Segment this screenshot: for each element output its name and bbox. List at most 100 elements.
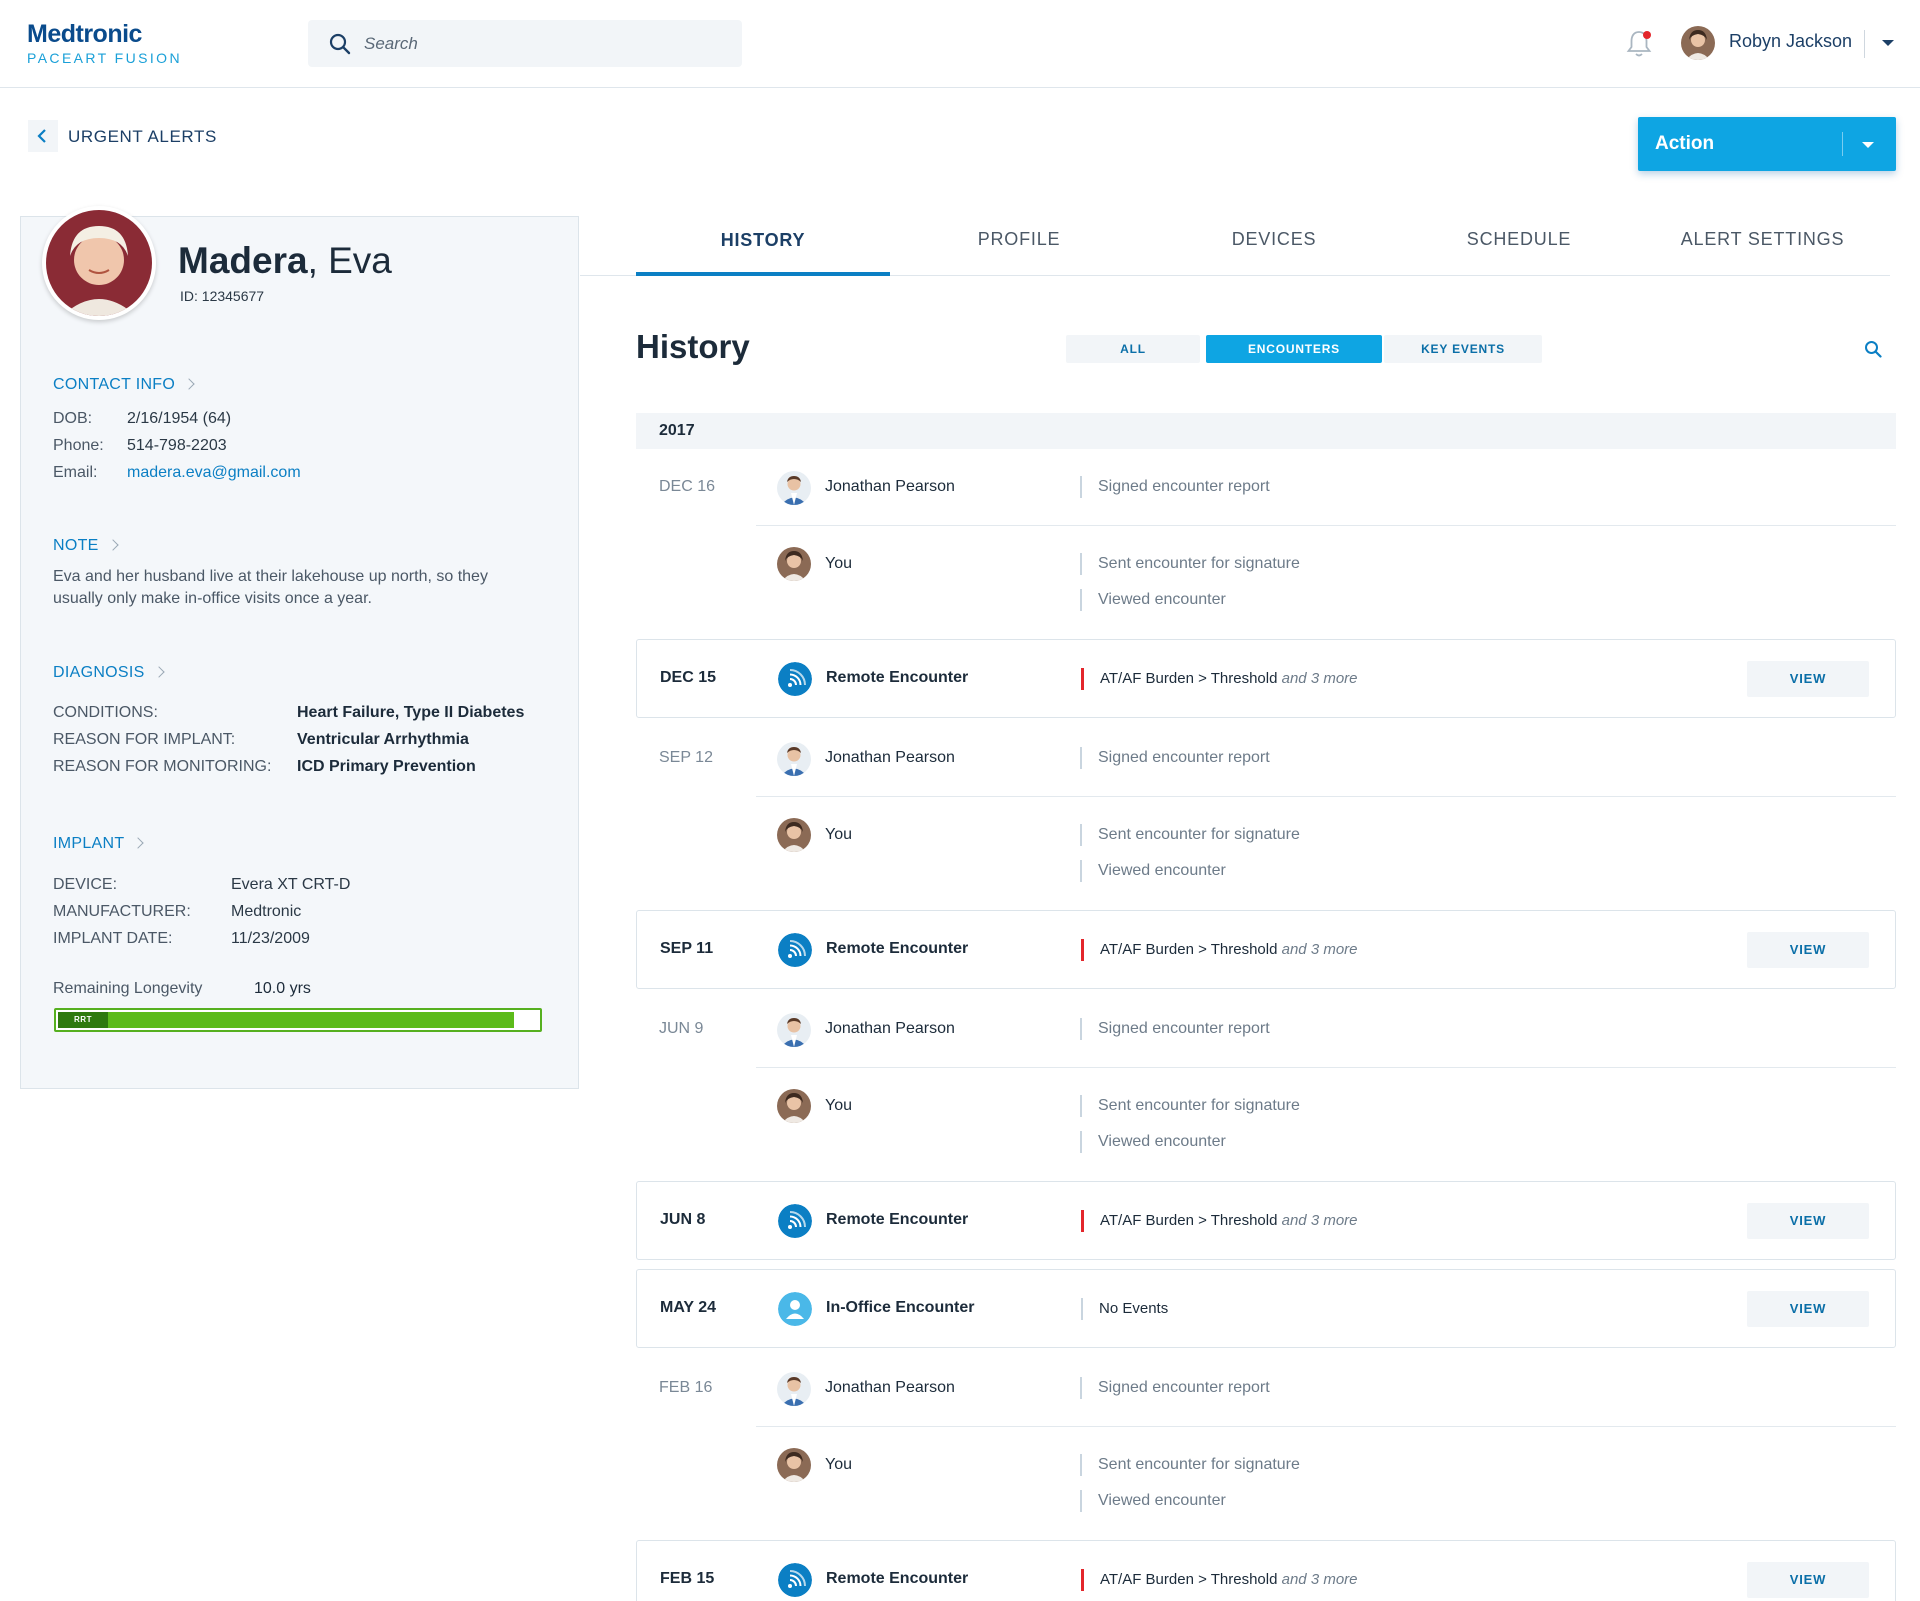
row-date: MAY 24 — [660, 1299, 717, 1316]
tab-history[interactable]: HISTORY — [636, 230, 890, 251]
contact-info-heading: CONTACT INFO — [53, 376, 176, 393]
remote-encounter-icon — [778, 1204, 812, 1238]
brand-product: PACEART FUSION — [27, 50, 182, 66]
history-group-jun9: JUN 9 Jonathan Pearson Signed encounter … — [636, 1004, 1896, 1180]
row-event: Viewed encounter — [1080, 1490, 1226, 1512]
row-encounter-type: In-Office Encounter — [826, 1299, 975, 1316]
user-name[interactable]: Robyn Jackson — [1729, 31, 1852, 52]
row-event: Viewed encounter — [1080, 1131, 1226, 1153]
implant-date-value: 11/23/2009 — [231, 930, 310, 947]
contact-info-link[interactable]: CONTACT INFO — [53, 376, 195, 394]
user-avatar[interactable] — [1681, 26, 1715, 60]
reason-implant-label: REASON FOR IMPLANT: — [53, 731, 236, 748]
email-link[interactable]: madera.eva@gmail.com — [127, 464, 301, 482]
action-button[interactable]: Action — [1638, 117, 1896, 171]
patient-name-comma: , — [307, 240, 329, 281]
manufacturer-value: Medtronic — [231, 903, 302, 920]
filter-encounters[interactable]: ENCOUNTERS — [1206, 335, 1382, 363]
row-divider — [756, 1067, 1896, 1068]
alert-text: AT/AF Burden > Threshold — [1100, 1571, 1278, 1588]
row-date: FEB 16 — [659, 1379, 713, 1396]
reason-implant-value: Ventricular Arrhythmia — [297, 731, 469, 748]
row-event: Sent encounter for signature — [1080, 553, 1300, 575]
row-encounter-type: Remote Encounter — [826, 940, 969, 957]
diagnosis-link[interactable]: DIAGNOSIS — [53, 664, 165, 682]
row-person: Jonathan Pearson — [825, 749, 955, 766]
user-menu-chevron-down-icon[interactable] — [1882, 40, 1894, 46]
tab-devices[interactable]: DEVICES — [1155, 229, 1393, 250]
active-tab-indicator — [636, 272, 890, 276]
notification-bell-icon[interactable] — [1625, 28, 1653, 60]
row-alert: AT/AF Burden > Threshold and 3 more — [1081, 1210, 1358, 1232]
tab-profile[interactable]: PROFILE — [900, 229, 1138, 250]
back-link-label[interactable]: URGENT ALERTS — [68, 127, 217, 147]
implant-heading: IMPLANT — [53, 835, 125, 852]
filter-key-events[interactable]: KEY EVENTS — [1384, 335, 1542, 363]
history-group-dec16: DEC 16 Jonathan Pearson Signed encounter… — [636, 462, 1896, 638]
row-event: No Events — [1081, 1298, 1168, 1320]
encounter-row-feb15[interactable]: FEB 15 Remote Encounter AT/AF Burden > T… — [636, 1540, 1896, 1601]
row-person: You — [825, 826, 852, 843]
view-button[interactable]: VIEW — [1747, 932, 1869, 968]
you-avatar — [777, 547, 811, 581]
note-heading: NOTE — [53, 537, 99, 554]
implant-date-label: IMPLANT DATE: — [53, 930, 173, 947]
row-event: Sent encounter for signature — [1080, 824, 1300, 846]
patient-avatar — [42, 206, 156, 320]
encounter-row-dec15[interactable]: DEC 15 Remote Encounter AT/AF Burden > T… — [636, 639, 1896, 718]
rrt-marker: RRT — [58, 1012, 108, 1028]
patient-last-name: Madera — [178, 240, 308, 281]
device-label: DEVICE: — [53, 876, 118, 893]
manufacturer-label: MANUFACTURER: — [53, 903, 191, 920]
tab-schedule[interactable]: SCHEDULE — [1400, 229, 1638, 250]
jonathan-pearson-avatar — [777, 1372, 811, 1406]
brand-logo[interactable]: Medtronic PACEART FUSION — [27, 20, 182, 67]
implant-link[interactable]: IMPLANT — [53, 835, 145, 853]
row-person: You — [825, 1456, 852, 1473]
phone-value: 514-798-2203 — [127, 437, 227, 454]
history-search-icon[interactable] — [1864, 340, 1882, 358]
reason-monitoring-label: REASON FOR MONITORING: — [53, 758, 272, 775]
chevron-down-icon[interactable] — [1862, 142, 1874, 148]
row-alert: AT/AF Burden > Threshold and 3 more — [1081, 668, 1358, 690]
filter-all[interactable]: ALL — [1066, 335, 1200, 363]
row-date: JUN 8 — [660, 1211, 706, 1228]
remote-encounter-icon — [778, 1563, 812, 1597]
row-event: Signed encounter report — [1080, 1377, 1270, 1399]
encounter-row-jun8[interactable]: JUN 8 Remote Encounter AT/AF Burden > Th… — [636, 1181, 1896, 1260]
view-button[interactable]: VIEW — [1747, 1291, 1869, 1327]
conditions-label: CONDITIONS: — [53, 704, 158, 721]
alert-more: and 3 more — [1281, 1571, 1358, 1588]
year-header: 2017 — [636, 413, 1896, 449]
patient-card — [20, 216, 579, 1089]
patient-id: ID: 12345677 — [180, 288, 265, 304]
row-person: Jonathan Pearson — [825, 1020, 955, 1037]
encounter-row-sep11[interactable]: SEP 11 Remote Encounter AT/AF Burden > T… — [636, 910, 1896, 989]
tab-alert-settings[interactable]: ALERT SETTINGS — [1640, 229, 1885, 250]
row-date: DEC 15 — [660, 669, 717, 686]
view-button[interactable]: VIEW — [1747, 661, 1869, 697]
action-button-divider — [1842, 132, 1843, 156]
longevity-value: 10.0 yrs — [254, 980, 311, 997]
search-input[interactable] — [364, 20, 724, 67]
back-button[interactable] — [28, 120, 58, 152]
encounter-row-may24[interactable]: MAY 24 In-Office Encounter No Events VIE… — [636, 1269, 1896, 1348]
row-event: Signed encounter report — [1080, 747, 1270, 769]
row-event: Viewed encounter — [1080, 860, 1226, 882]
row-date: FEB 15 — [660, 1570, 715, 1587]
view-button[interactable]: VIEW — [1747, 1562, 1869, 1598]
view-button[interactable]: VIEW — [1747, 1203, 1869, 1239]
longevity-label: Remaining Longevity — [53, 980, 203, 997]
you-avatar — [777, 1089, 811, 1123]
row-person: You — [825, 1097, 852, 1114]
jonathan-pearson-avatar — [777, 742, 811, 776]
row-encounter-type: Remote Encounter — [826, 669, 969, 686]
device-value: Evera XT CRT-D — [231, 876, 351, 893]
row-person: You — [825, 555, 852, 572]
row-event: Sent encounter for signature — [1080, 1454, 1300, 1476]
note-link[interactable]: NOTE — [53, 537, 119, 555]
row-divider — [756, 796, 1896, 797]
row-alert: AT/AF Burden > Threshold and 3 more — [1081, 1569, 1358, 1591]
row-date: SEP 11 — [660, 940, 714, 957]
row-date: JUN 9 — [659, 1020, 704, 1037]
